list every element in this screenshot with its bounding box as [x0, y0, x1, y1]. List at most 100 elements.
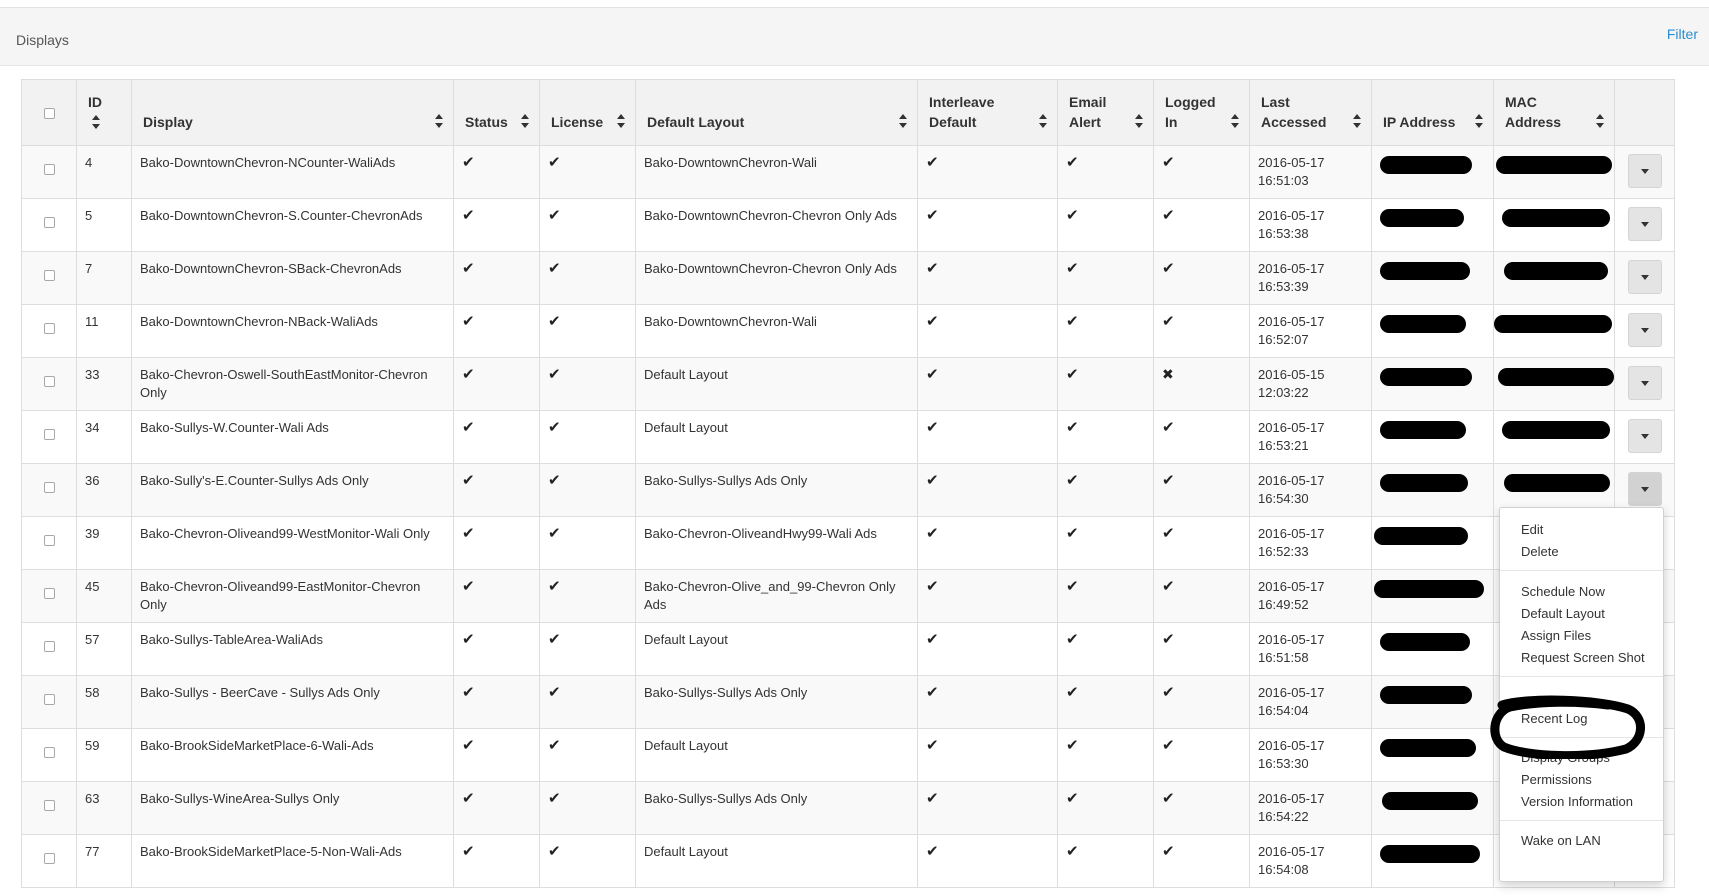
- table-row[interactable]: 36 Bako-Sully's-E.Counter-Sullys Ads Onl…: [21, 463, 1675, 517]
- interleave-cell: ✔: [917, 675, 1058, 729]
- table-row[interactable]: 57 Bako-Sullys-TableArea-WaliAds ✔ ✔ Def…: [21, 622, 1675, 676]
- table-row[interactable]: 39 Bako-Chevron-Oliveand99-WestMonitor-W…: [21, 516, 1675, 570]
- check-icon: ✔: [1162, 472, 1175, 489]
- col-license[interactable]: License: [539, 79, 636, 146]
- row-checkbox[interactable]: [43, 429, 55, 441]
- row-checkbox[interactable]: [43, 535, 55, 547]
- filter-link[interactable]: Filter: [1667, 26, 1698, 42]
- logged-in-cell: ✔: [1153, 834, 1250, 888]
- redaction-mark: [1380, 686, 1472, 704]
- table-row[interactable]: 45 Bako-Chevron-Oliveand99-EastMonitor-C…: [21, 569, 1675, 623]
- redaction-mark: [1380, 739, 1476, 757]
- col-interleave-default[interactable]: Interleave Default: [917, 79, 1058, 146]
- email-alert-cell: ✔: [1057, 728, 1154, 782]
- col-last-label-2: Accessed: [1261, 114, 1327, 130]
- row-actions-button[interactable]: [1627, 154, 1662, 188]
- row-checkbox[interactable]: [43, 641, 55, 653]
- last-accessed-time: 16:53:21: [1258, 438, 1309, 453]
- email-alert-cell: ✔: [1057, 304, 1154, 358]
- row-checkbox[interactable]: [43, 376, 55, 388]
- table-row[interactable]: 58 Bako-Sullys - BeerCave - Sullys Ads O…: [21, 675, 1675, 729]
- table-row[interactable]: 59 Bako-BrookSideMarketPlace-6-Wali-Ads …: [21, 728, 1675, 782]
- menu-item-version-information[interactable]: Version Information: [1521, 793, 1633, 811]
- check-icon: ✔: [548, 790, 561, 807]
- col-id[interactable]: ID: [76, 79, 132, 146]
- col-interleave-label-1: Interleave: [929, 94, 995, 110]
- logged-in-cell: ✖: [1153, 357, 1250, 411]
- table-row[interactable]: 4 Bako-DowntownChevron-NCounter-WaliAds …: [21, 145, 1675, 199]
- row-checkbox[interactable]: [43, 588, 55, 600]
- row-checkbox[interactable]: [43, 747, 55, 759]
- check-icon: ✔: [548, 843, 561, 860]
- license-cell: ✔: [539, 251, 636, 305]
- row-actions-button[interactable]: [1627, 472, 1662, 506]
- last-accessed-time: 16:54:04: [1258, 703, 1309, 718]
- col-ip-address[interactable]: IP Address: [1371, 79, 1494, 146]
- menu-item-edit[interactable]: Edit: [1521, 521, 1543, 539]
- row-checkbox[interactable]: [43, 217, 55, 229]
- last-accessed-time: 16:52:33: [1258, 544, 1309, 559]
- menu-item-assign-files[interactable]: Assign Files: [1521, 627, 1591, 645]
- check-icon: ✔: [548, 154, 561, 171]
- last-accessed-cell: 2016-05-17 16:53:39: [1249, 251, 1372, 305]
- menu-item-delete[interactable]: Delete: [1521, 543, 1559, 561]
- last-accessed-date: 2016-05-17: [1258, 738, 1325, 753]
- table-row[interactable]: 77 Bako-BrookSideMarketPlace-5-Non-Wali-…: [21, 834, 1675, 888]
- row-actions-button[interactable]: [1627, 207, 1662, 241]
- col-mac-address[interactable]: MAC Address: [1493, 79, 1615, 146]
- menu-item-wake-on-lan[interactable]: Wake on LAN: [1521, 832, 1601, 850]
- row-checkbox[interactable]: [43, 853, 55, 865]
- redaction-mark: [1504, 474, 1610, 492]
- row-checkbox[interactable]: [43, 694, 55, 706]
- caret-down-icon: [1640, 275, 1649, 280]
- menu-item-default-layout[interactable]: Default Layout: [1521, 605, 1605, 623]
- check-icon: ✔: [462, 366, 475, 383]
- row-actions-button[interactable]: [1627, 313, 1662, 347]
- email-alert-cell: ✔: [1057, 251, 1154, 305]
- redaction-mark: [1502, 209, 1610, 227]
- table-row[interactable]: 63 Bako-Sullys-WineArea-Sullys Only ✔ ✔ …: [21, 781, 1675, 835]
- col-last-accessed[interactable]: Last Accessed: [1249, 79, 1372, 146]
- row-checkbox[interactable]: [43, 482, 55, 494]
- menu-item-schedule-now[interactable]: Schedule Now: [1521, 583, 1605, 601]
- email-alert-cell: ✔: [1057, 781, 1154, 835]
- col-display[interactable]: Display: [131, 79, 454, 146]
- row-actions-button[interactable]: [1627, 419, 1662, 453]
- row-checkbox[interactable]: [43, 800, 55, 812]
- license-cell: ✔: [539, 516, 636, 570]
- sort-icon: [617, 114, 625, 128]
- default-layout-cell: Bako-Sullys-Sullys Ads Only: [635, 463, 918, 517]
- table-row[interactable]: 11 Bako-DowntownChevron-NBack-WaliAds ✔ …: [21, 304, 1675, 358]
- check-icon: ✔: [926, 366, 939, 383]
- sort-icon: [1475, 114, 1483, 128]
- table-row[interactable]: 34 Bako-Sullys-W.Counter-Wali Ads ✔ ✔ De…: [21, 410, 1675, 464]
- row-actions-button[interactable]: [1627, 366, 1662, 400]
- table-row[interactable]: 33 Bako-Chevron-Oswell-SouthEastMonitor-…: [21, 357, 1675, 411]
- table-row[interactable]: 7 Bako-DowntownChevron-SBack-ChevronAds …: [21, 251, 1675, 305]
- license-cell: ✔: [539, 198, 636, 252]
- last-accessed-cell: 2016-05-15 12:03:22: [1249, 357, 1372, 411]
- row-checkbox[interactable]: [43, 164, 55, 176]
- redaction-mark: [1380, 633, 1470, 651]
- col-default-layout[interactable]: Default Layout: [635, 79, 918, 146]
- row-checkbox[interactable]: [43, 323, 55, 335]
- col-email-alert[interactable]: Email Alert: [1057, 79, 1154, 146]
- last-accessed-date: 2016-05-17: [1258, 791, 1325, 806]
- check-icon: ✔: [462, 313, 475, 330]
- interleave-cell: ✔: [917, 198, 1058, 252]
- email-alert-cell: ✔: [1057, 198, 1154, 252]
- select-all-checkbox[interactable]: [43, 108, 55, 120]
- check-icon: ✔: [1162, 790, 1175, 807]
- check-icon: ✔: [1066, 737, 1079, 754]
- row-actions-button[interactable]: [1627, 260, 1662, 294]
- row-checkbox[interactable]: [43, 270, 55, 282]
- table-row[interactable]: 5 Bako-DowntownChevron-S.Counter-Chevron…: [21, 198, 1675, 252]
- display-name-cell: Bako-DowntownChevron-SBack-ChevronAds: [131, 251, 454, 305]
- caret-down-icon: [1640, 169, 1649, 174]
- menu-item-permissions[interactable]: Permissions: [1521, 771, 1592, 789]
- ip-address-cell: [1371, 463, 1494, 517]
- menu-item-request-screenshot[interactable]: Request Screen Shot: [1521, 649, 1645, 667]
- col-logged-in[interactable]: Logged In: [1153, 79, 1250, 146]
- col-status[interactable]: Status: [453, 79, 540, 146]
- check-icon: ✔: [548, 631, 561, 648]
